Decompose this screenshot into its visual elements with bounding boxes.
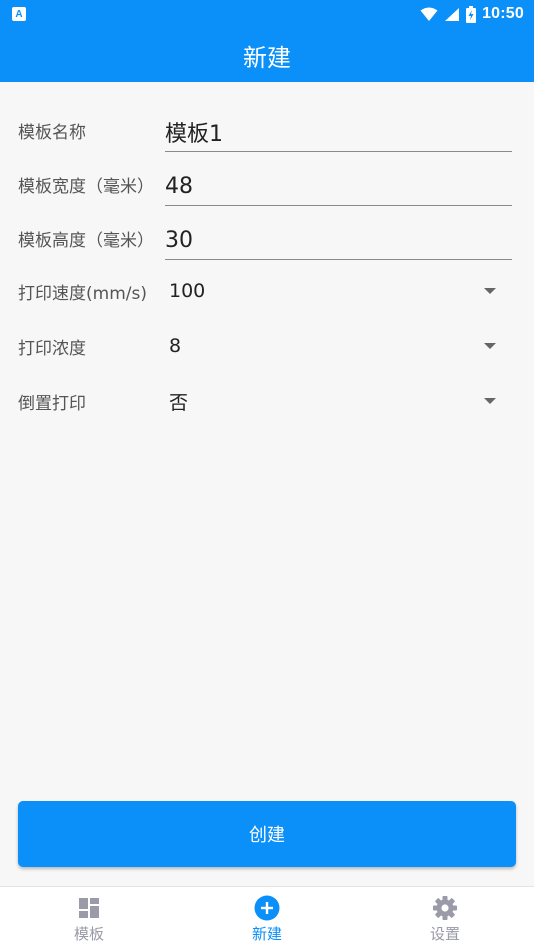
inverted-print-row: 倒置打印 否: [18, 377, 512, 425]
print-density-value: 8: [169, 335, 182, 357]
status-left: A: [12, 7, 26, 21]
inverted-print-select[interactable]: 否: [169, 377, 512, 425]
dropdown-arrow-icon: [484, 288, 496, 294]
print-speed-value: 100: [169, 280, 206, 302]
page-title: 新建: [243, 43, 291, 72]
create-button[interactable]: 创建: [18, 801, 516, 867]
template-height-field-wrap: [165, 222, 512, 260]
battery-icon: [466, 5, 477, 23]
nav-label-new: 新建: [251, 925, 282, 943]
template-width-input[interactable]: [165, 168, 512, 204]
template-height-input[interactable]: [165, 222, 512, 258]
template-width-label: 模板宽度（毫米）: [18, 176, 154, 197]
nav-label-templates: 模板: [73, 925, 104, 943]
print-density-row: 打印浓度 8: [18, 322, 512, 370]
notification-icon: A: [12, 7, 26, 21]
screen: A 10:50 新建 模板名称 模板1 模板宽度（毫米） 48 模板高度（毫米）…: [0, 0, 534, 948]
template-name-input[interactable]: [165, 114, 512, 150]
inverted-print-value: 否: [169, 391, 189, 414]
template-name-field-wrap: [165, 114, 512, 152]
gear-icon: [432, 895, 458, 921]
print-density-label: 打印浓度: [18, 338, 86, 359]
template-width-row: 模板宽度（毫米）: [18, 160, 512, 208]
template-name-row: 模板名称: [18, 106, 512, 154]
cell-signal-icon: [445, 7, 460, 21]
wifi-icon: [420, 7, 438, 21]
template-height-label: 模板高度（毫米）: [18, 230, 154, 251]
bottom-nav: 模板 新建 设置: [0, 886, 534, 948]
print-speed-select[interactable]: 100: [169, 267, 512, 315]
nav-item-new[interactable]: 新建: [178, 887, 356, 948]
dropdown-arrow-icon: [484, 343, 496, 349]
inverted-print-label: 倒置打印: [18, 393, 86, 414]
add-circle-icon: [254, 895, 280, 921]
template-name-label: 模板名称: [18, 122, 86, 143]
nav-item-settings[interactable]: 设置: [356, 887, 534, 948]
print-speed-row: 打印速度(mm/s) 100: [18, 267, 512, 315]
status-time: 10:50: [482, 5, 524, 22]
status-right: 10:50: [420, 5, 524, 23]
nav-label-settings: 设置: [429, 925, 460, 943]
print-speed-label: 打印速度(mm/s): [18, 283, 147, 304]
nav-item-templates[interactable]: 模板: [0, 887, 178, 948]
dashboard-icon: [76, 895, 102, 921]
dropdown-arrow-icon: [484, 398, 496, 404]
app-bar: 新建: [0, 28, 534, 82]
print-density-select[interactable]: 8: [169, 322, 512, 370]
template-width-field-wrap: [165, 168, 512, 206]
template-height-row: 模板高度（毫米）: [18, 214, 512, 262]
status-bar: A 10:50: [0, 0, 534, 28]
